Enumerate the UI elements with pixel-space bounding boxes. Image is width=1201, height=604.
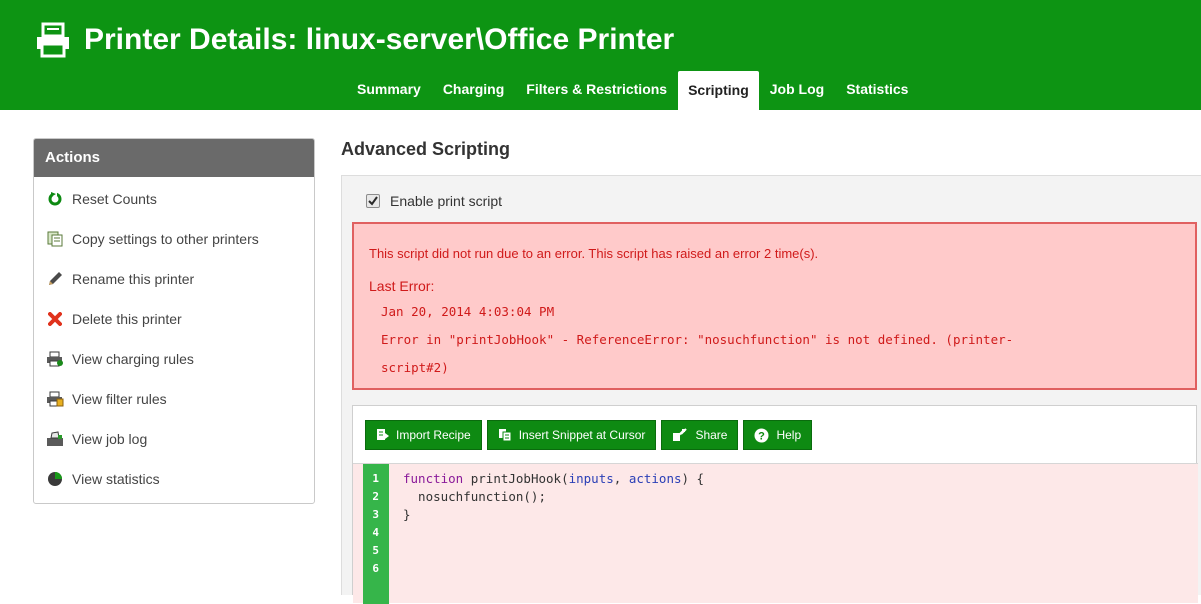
copy-icon — [46, 230, 64, 248]
action-label: Copy settings to other printers — [72, 231, 259, 247]
insert-snippet-button[interactable]: Insert Snippet at Cursor — [486, 420, 657, 450]
action-label: View statistics — [72, 471, 160, 487]
delete-icon — [46, 310, 64, 328]
action-view-filter-rules[interactable]: View filter rules — [34, 379, 314, 419]
code-function-name: printJobHook — [470, 471, 562, 486]
error-detail-line1: Error in "printJobHook" - ReferenceError… — [381, 332, 1014, 347]
action-copy-settings[interactable]: Copy settings to other printers — [34, 219, 314, 259]
script-editor: Import Recipe Insert Snippet at Cursor S… — [352, 405, 1198, 604]
reset-icon — [46, 190, 64, 208]
tab-job-log[interactable]: Job Log — [759, 71, 835, 110]
line-number-gutter: 1 2 3 4 5 6 — [363, 464, 389, 604]
tab-summary[interactable]: Summary — [346, 71, 432, 110]
code-line-3: } — [403, 507, 411, 522]
enable-script-label: Enable print script — [390, 193, 503, 209]
editor-toolbar: Import Recipe Insert Snippet at Cursor S… — [365, 420, 813, 450]
code-keyword: function — [403, 471, 464, 486]
error-alert: This script did not run due to an error.… — [352, 222, 1197, 390]
share-icon — [672, 428, 688, 442]
action-view-statistics[interactable]: View statistics — [34, 459, 314, 499]
enable-script-checkbox[interactable] — [366, 194, 380, 208]
code-paren-close: ) { — [681, 471, 705, 486]
action-label: View job log — [72, 431, 148, 447]
app-header: Printer Details: linux-server\Office Pri… — [0, 0, 1201, 110]
charging-icon — [46, 350, 64, 368]
code-line-1: function printJobHook(inputs, actions) { — [403, 471, 704, 486]
action-label: Reset Counts — [72, 191, 157, 207]
action-rename-printer[interactable]: Rename this printer — [34, 259, 314, 299]
line-number: 4 — [372, 526, 379, 539]
tab-bar: Summary Charging Filters & Restrictions … — [346, 71, 919, 110]
job-log-icon — [46, 430, 64, 448]
line-number: 3 — [372, 508, 379, 521]
action-reset-counts[interactable]: Reset Counts — [34, 179, 314, 219]
action-label: Rename this printer — [72, 271, 195, 287]
page-title: Printer Details: linux-server\Office Pri… — [84, 23, 675, 56]
line-number: 2 — [372, 490, 379, 503]
share-button[interactable]: Share — [661, 420, 739, 450]
code-editor-area[interactable]: 1 2 3 4 5 6 function printJobHook(inputs… — [353, 463, 1198, 604]
code-param: inputs — [568, 471, 614, 486]
tab-statistics[interactable]: Statistics — [835, 71, 919, 110]
last-error-label: Last Error: — [369, 278, 435, 294]
help-label: Help — [776, 428, 802, 442]
action-label: View filter rules — [72, 391, 167, 407]
line-number: 5 — [372, 544, 379, 557]
import-recipe-button[interactable]: Import Recipe — [365, 420, 482, 450]
share-label: Share — [695, 428, 728, 442]
section-title: Advanced Scripting — [341, 139, 511, 159]
insert-snippet-label: Insert Snippet at Cursor — [518, 428, 646, 442]
pencil-icon — [46, 270, 64, 288]
import-icon — [376, 428, 389, 442]
line-number: 1 — [372, 472, 379, 485]
snippet-icon — [498, 428, 512, 442]
code-paren-open: ( — [561, 471, 569, 486]
svg-text:?: ? — [759, 430, 766, 442]
actions-header: Actions — [34, 139, 314, 177]
enable-script-row: Enable print script — [366, 193, 502, 209]
action-label: View charging rules — [72, 351, 194, 367]
filter-icon — [46, 390, 64, 408]
import-recipe-label: Import Recipe — [396, 428, 471, 442]
action-label: Delete this printer — [72, 311, 182, 327]
tab-scripting[interactable]: Scripting — [678, 71, 759, 110]
action-view-job-log[interactable]: View job log — [34, 419, 314, 459]
code-comma: , — [613, 471, 629, 486]
checkmark-icon — [368, 196, 378, 206]
error-timestamp: Jan 20, 2014 4:03:04 PM — [381, 304, 555, 319]
error-message: This script did not run due to an error.… — [369, 246, 819, 261]
tab-filters-restrictions[interactable]: Filters & Restrictions — [515, 71, 678, 110]
pie-chart-icon — [46, 470, 64, 488]
line-number: 6 — [372, 562, 379, 575]
action-view-charging-rules[interactable]: View charging rules — [34, 339, 314, 379]
actions-sidebar: Actions Reset Counts Copy settings to ot… — [33, 138, 315, 504]
help-button[interactable]: ? Help — [743, 420, 813, 450]
page-title-wrap: Printer Details: linux-server\Office Pri… — [34, 20, 674, 60]
printer-icon — [37, 22, 69, 58]
error-detail-line2: script#2) — [381, 360, 449, 375]
code-line-2: nosuchfunction(); — [403, 489, 546, 504]
tab-charging[interactable]: Charging — [432, 71, 515, 110]
help-icon: ? — [754, 428, 769, 443]
action-delete-printer[interactable]: Delete this printer — [34, 299, 314, 339]
actions-list: Reset Counts Copy settings to other prin… — [34, 177, 314, 499]
code-param: actions — [628, 471, 682, 486]
